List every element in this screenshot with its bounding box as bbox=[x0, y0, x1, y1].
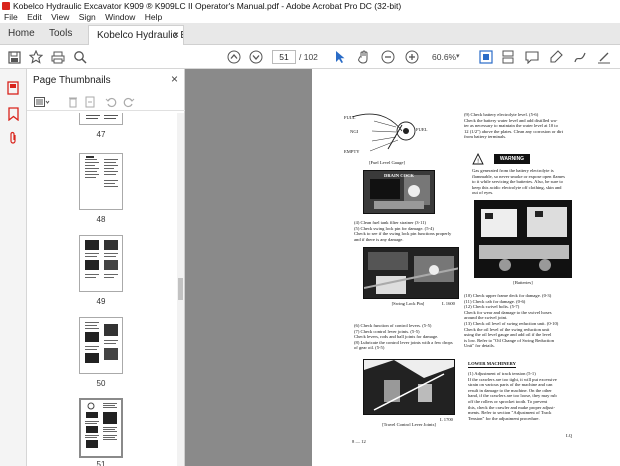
travel-caption: [Travel Control Lever Joints] bbox=[382, 422, 436, 427]
items-left-2: (6) Check function of control levers. (5… bbox=[354, 323, 453, 351]
panel-close-icon[interactable]: × bbox=[171, 72, 178, 86]
menu-sign[interactable]: Sign bbox=[79, 12, 96, 23]
thumbnail-label: 50 bbox=[96, 379, 106, 388]
fuel-gauge-illustration: FULL FUEL NGI EMPTY bbox=[344, 109, 427, 157]
bookmark-star-icon[interactable] bbox=[28, 49, 44, 65]
thumbnails-panel: Page Thumbnails × 47 48 49 50 51 bbox=[27, 69, 185, 466]
thumbnail-label: 51 bbox=[96, 460, 106, 466]
swing-caption: [Swing Lock Pin] bbox=[391, 301, 425, 306]
print-icon[interactable] bbox=[50, 49, 66, 65]
thumbnail-label: 47 bbox=[96, 130, 106, 139]
thumbnail-label: 48 bbox=[96, 215, 106, 224]
thumbnail-options-icon[interactable] bbox=[33, 95, 51, 109]
zoom-out-icon[interactable] bbox=[380, 49, 396, 65]
page-number-input[interactable]: 51 bbox=[272, 50, 296, 64]
tab-close-icon[interactable]: × bbox=[173, 26, 179, 45]
comment-icon[interactable] bbox=[524, 49, 540, 65]
lower-machinery-heading: LOWER MACHINERY bbox=[468, 361, 516, 368]
main-toolbar: 51 / 102 60.6% ▾ bbox=[0, 45, 620, 69]
page-thumbnails-icon[interactable] bbox=[6, 81, 20, 95]
attachments-icon[interactable] bbox=[6, 131, 20, 145]
insert-page-icon[interactable] bbox=[85, 95, 97, 109]
fill-sign-icon[interactable] bbox=[596, 49, 612, 65]
menu-edit[interactable]: Edit bbox=[27, 12, 42, 23]
scrollbar-thumb[interactable] bbox=[178, 278, 183, 300]
bookmarks-icon[interactable] bbox=[6, 107, 20, 121]
batteries-photo-code: YN-0041 bbox=[550, 272, 568, 277]
window-title: Kobelco Hydraulic Excavator K909 ® K909L… bbox=[13, 1, 402, 11]
panel-toolbar bbox=[27, 93, 185, 111]
batteries-photo bbox=[474, 200, 572, 278]
hand-tool-icon[interactable] bbox=[356, 49, 372, 65]
menu-view[interactable]: View bbox=[51, 12, 69, 23]
page-total: / 102 bbox=[299, 52, 318, 62]
draw-icon[interactable] bbox=[572, 49, 588, 65]
menu-bar: File Edit View Sign Window Help bbox=[0, 12, 620, 23]
acrobat-app-icon bbox=[2, 2, 10, 10]
gauge-caption: [Fuel Level Gauge] bbox=[369, 160, 405, 165]
next-page-icon[interactable] bbox=[248, 49, 264, 65]
travel-lever-photo bbox=[363, 359, 455, 415]
search-icon[interactable] bbox=[72, 49, 88, 65]
gauge-ngi-label: NGI bbox=[350, 129, 359, 134]
warning-box: ! WARNING bbox=[472, 153, 552, 165]
previous-page-icon[interactable] bbox=[226, 49, 242, 65]
zoom-level[interactable]: 60.6% bbox=[432, 50, 456, 64]
thumbnail-page-47[interactable] bbox=[79, 113, 123, 125]
warning-text: Gas generated from the battery electroly… bbox=[472, 168, 565, 196]
drain-cock-label: DRAIN COCK bbox=[384, 173, 414, 178]
thumbnail-scrollbar[interactable] bbox=[177, 113, 184, 466]
items-left-1: (4) Clean fuel tank filter strainer (3-1… bbox=[354, 220, 452, 242]
select-cursor-icon[interactable] bbox=[332, 49, 348, 65]
gauge-fuel-label: FUEL bbox=[416, 127, 428, 132]
zoom-in-icon[interactable] bbox=[404, 49, 420, 65]
thumbnail-label: 49 bbox=[96, 297, 106, 306]
items-right-3: (1) Adjustment of track tension (5-1) If… bbox=[468, 371, 557, 421]
rotate-cw-icon[interactable] bbox=[123, 95, 135, 109]
scroll-mode-icon[interactable] bbox=[500, 49, 516, 65]
tab-home[interactable]: Home bbox=[8, 23, 35, 45]
items-right-2: (10) Check upper frame deck for damage. … bbox=[464, 293, 559, 349]
zoom-dropdown-icon[interactable]: ▾ bbox=[456, 50, 460, 64]
gauge-empty-label: EMPTY bbox=[344, 149, 360, 154]
document-page: FULL FUEL NGI EMPTY [Fuel Level Gauge] D… bbox=[312, 69, 620, 466]
items-right-1: (9) Check battery electrolyte level. (5-… bbox=[464, 112, 564, 140]
tab-document[interactable]: Kobelco Hydraulic E... × bbox=[88, 25, 184, 45]
menu-file[interactable]: File bbox=[4, 12, 18, 23]
window-title-bar: Kobelco Hydraulic Excavator K909 ® K909L… bbox=[0, 0, 620, 12]
tab-bar: Home Tools Kobelco Hydraulic E... × bbox=[0, 23, 620, 45]
thumbnail-page-48[interactable] bbox=[79, 153, 123, 210]
gauge-full-label: FULL bbox=[344, 115, 356, 120]
delete-page-icon[interactable] bbox=[67, 95, 79, 109]
swing-lock-pin-photo bbox=[363, 247, 459, 299]
thumbnail-page-49[interactable] bbox=[79, 235, 123, 292]
thumbnail-list: 47 48 49 50 51 bbox=[27, 113, 177, 466]
left-rail bbox=[0, 69, 27, 466]
menu-help[interactable]: Help bbox=[145, 12, 162, 23]
drain-cock-photo: DRAIN COCK bbox=[363, 170, 435, 214]
tab-tools[interactable]: Tools bbox=[49, 23, 72, 45]
rotate-ccw-icon[interactable] bbox=[105, 95, 117, 109]
menu-window[interactable]: Window bbox=[105, 12, 135, 23]
warning-label: WARNING bbox=[499, 156, 525, 162]
save-icon[interactable] bbox=[6, 49, 22, 65]
thumbnail-page-50[interactable] bbox=[79, 317, 123, 374]
panel-title: Page Thumbnails bbox=[33, 75, 111, 86]
highlight-pen-icon[interactable] bbox=[548, 49, 564, 65]
thumbnail-page-51[interactable] bbox=[79, 398, 123, 458]
document-viewer[interactable]: FULL FUEL NGI EMPTY [Fuel Level Gauge] D… bbox=[185, 69, 620, 466]
page-number: 8 — 12 bbox=[352, 439, 366, 444]
page-corner-mark: LQ bbox=[566, 433, 573, 438]
tab-document-label: Kobelco Hydraulic E... bbox=[97, 30, 183, 41]
batteries-caption: [Batteries] bbox=[513, 280, 533, 285]
page-layout-icon[interactable] bbox=[478, 49, 494, 65]
